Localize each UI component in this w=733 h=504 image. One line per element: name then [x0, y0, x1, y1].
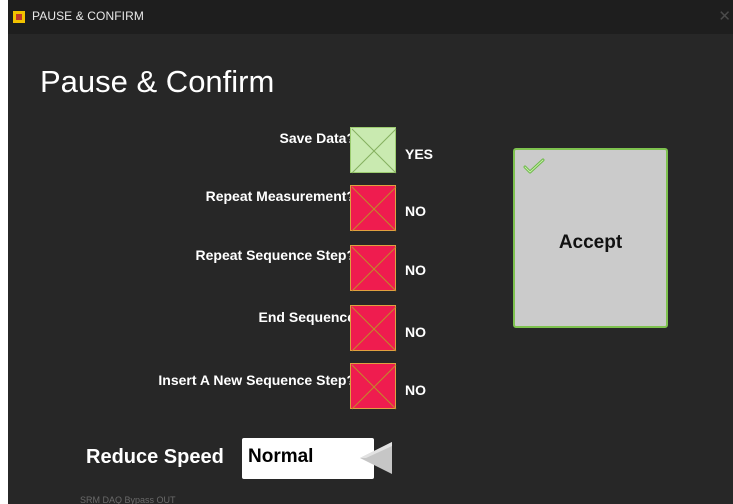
checkmark-icon [523, 158, 545, 179]
repeat-sequence-step-value: NO [405, 262, 426, 278]
triangle-left-icon[interactable] [358, 440, 394, 481]
repeat-sequence-step-toggle[interactable] [350, 245, 397, 292]
repeat-measurement-value: NO [405, 203, 426, 219]
reduce-speed-label: Reduce Speed [86, 446, 224, 468]
reduce-speed-value: Normal [248, 446, 314, 467]
footer-status-text: SRM DAQ Bypass OUT [80, 495, 176, 504]
end-sequence-label: End Sequence [258, 309, 355, 325]
end-sequence-value: NO [405, 324, 426, 340]
reduce-speed-select[interactable]: Normal [242, 438, 374, 479]
accept-button[interactable]: Accept [513, 148, 668, 328]
insert-new-sequence-step-label: Insert A New Sequence Step? [158, 372, 355, 388]
save-data-value: YES [405, 146, 434, 162]
accept-label: Accept [558, 232, 623, 253]
repeat-measurement-toggle[interactable] [350, 185, 397, 232]
close-icon[interactable]: ✕ [718, 7, 731, 25]
window-title: PAUSE & CONFIRM [32, 9, 144, 23]
title-bar: PAUSE & CONFIRM ✕ [8, 0, 733, 34]
insert-new-sequence-step-toggle[interactable] [350, 363, 397, 410]
page-title: Pause & Confirm [40, 64, 275, 99]
insert-new-sequence-step-value: NO [405, 382, 426, 398]
repeat-sequence-step-label: Repeat Sequence Step? [195, 247, 356, 263]
save-data-toggle[interactable] [350, 127, 397, 174]
save-data-label: Save Data? [279, 130, 355, 146]
app-icon [13, 11, 25, 23]
pause-confirm-window: PAUSE & CONFIRM ✕ Pause & Confirm Save D… [8, 0, 733, 504]
end-sequence-toggle[interactable] [350, 305, 397, 352]
repeat-measurement-label: Repeat Measurement? [205, 188, 355, 204]
